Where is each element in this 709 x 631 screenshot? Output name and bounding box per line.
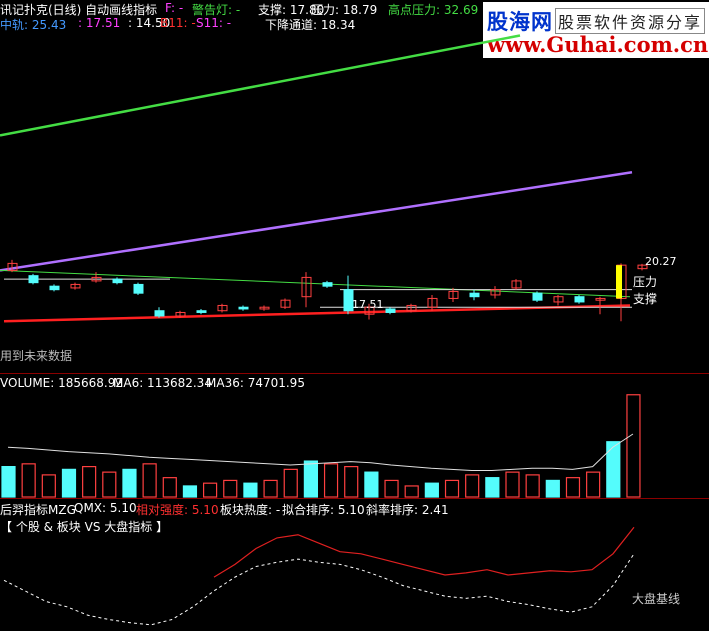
base-line-label: 大盘基线 — [632, 592, 681, 606]
purple-trend-line — [0, 171, 633, 272]
volume-bar — [61, 468, 77, 498]
volume-bar — [525, 474, 540, 498]
volume-bar — [505, 471, 520, 498]
volume-bar — [606, 441, 621, 498]
divider-2 — [0, 498, 709, 499]
volume-bar — [142, 463, 157, 498]
volume-ma6-line — [7, 433, 634, 471]
label-1751: 17.51 — [352, 298, 384, 311]
volume-bar — [122, 468, 137, 498]
volume-bar — [424, 482, 439, 498]
pressure-tag: 压力 — [633, 275, 658, 289]
volume-bar — [263, 479, 278, 498]
candle-body — [49, 285, 60, 291]
ma36-value: MA36: 74701.95 — [206, 376, 305, 390]
indicator-name: 后羿指标MZG — [0, 503, 76, 517]
volume-bar — [364, 471, 379, 498]
indicator-subtitle: 【 个股 & 板块 VS 大盘指标 】 — [0, 520, 169, 534]
support-line — [3, 304, 631, 323]
divider-1 — [0, 373, 709, 374]
chart-canvas — [0, 34, 648, 626]
sector-heat: 板块热度: - — [220, 503, 281, 517]
green-trend-line — [0, 34, 521, 137]
volume-bar — [82, 466, 97, 498]
volume-bar — [283, 468, 298, 498]
volume-bar — [303, 460, 318, 498]
candle-body — [28, 275, 39, 284]
volume-bar — [404, 485, 419, 498]
volume-bar — [203, 482, 218, 498]
support-tag: 支撑 — [633, 292, 658, 306]
candle-body — [196, 310, 207, 313]
candle-body — [385, 308, 396, 313]
highlight-bar — [616, 265, 622, 299]
future-data-note: 用到未来数据 — [0, 349, 73, 363]
candle-body — [532, 292, 543, 301]
candle-body — [469, 292, 480, 298]
volume-bar — [465, 474, 480, 498]
volume-bar — [323, 463, 339, 498]
slope-rank: 斜率排序: 2.41 — [366, 503, 449, 517]
label-2027: 20.27 — [645, 255, 677, 268]
stock-strength-line — [213, 526, 635, 578]
volume-value: VOLUME: 185668.92 — [0, 376, 123, 390]
volume-bar — [485, 477, 500, 498]
candle-body — [154, 310, 165, 317]
volume-bar — [565, 477, 581, 498]
volume-bar — [102, 471, 117, 498]
volume-bar — [626, 394, 641, 498]
market-base-line — [3, 553, 635, 626]
volume-bar — [21, 463, 36, 498]
ma6-value: MA6: 113682.34 — [113, 376, 212, 390]
volume-bar — [243, 482, 258, 498]
volume-bar — [545, 479, 560, 498]
volume-bar — [384, 479, 399, 498]
volume-bar — [444, 479, 460, 498]
candle-body — [133, 283, 144, 294]
candle-body — [574, 296, 585, 303]
qmx-value: QMX: 5.10 — [74, 501, 137, 515]
volume-bar — [162, 477, 177, 498]
volume-bar — [1, 466, 16, 498]
volume-bar — [182, 485, 198, 498]
volume-bar — [223, 479, 238, 498]
volume-bar — [41, 474, 56, 498]
volume-bar — [586, 471, 601, 498]
candle-body — [238, 306, 249, 310]
candle-body — [112, 278, 123, 284]
candle-body — [322, 282, 333, 287]
fit-rank: 拟合排序: 5.10 — [282, 503, 365, 517]
relative-strength: 相对强度: 5.10 — [136, 503, 219, 517]
volume-bar — [344, 466, 359, 498]
